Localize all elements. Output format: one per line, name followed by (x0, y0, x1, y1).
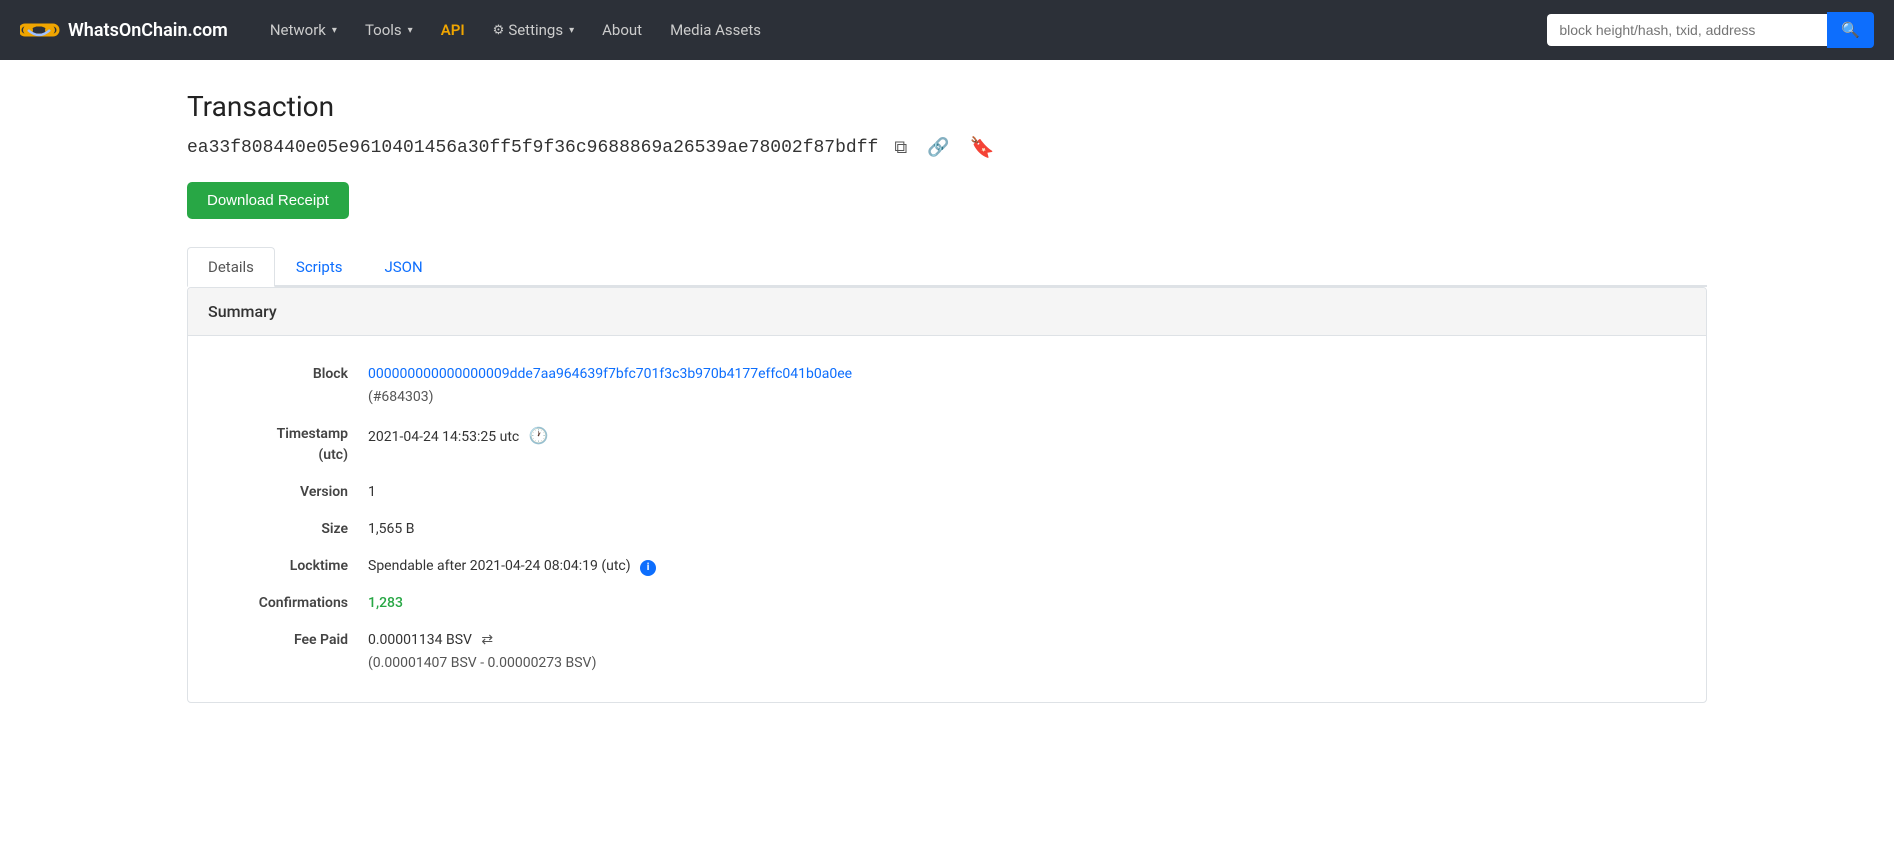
page-title: Transaction (187, 90, 1707, 123)
logo-icon (20, 17, 60, 43)
bookmark-icon: 🔖 (970, 137, 995, 159)
nav-media-assets[interactable]: Media Assets (658, 13, 773, 47)
summary-row-version: Version 1 (188, 474, 1706, 511)
block-number: (#684303) (368, 387, 1686, 408)
info-icon[interactable]: i (640, 560, 656, 576)
main-content: Transaction ea33f808440e05e9610401456a30… (147, 60, 1747, 733)
chevron-down-icon: ▾ (332, 25, 337, 36)
summary-row-size: Size 1,565 B (188, 511, 1706, 548)
nav-menu: Network ▾ Tools ▾ API ⚙ Settings ▾ About… (258, 13, 1537, 47)
label-version: Version (208, 482, 368, 503)
link-button[interactable]: 🔗 (923, 135, 953, 160)
nav-settings[interactable]: ⚙ Settings ▾ (481, 13, 586, 47)
summary-row-fee: Fee Paid 0.00001134 BSV ⇄ (0.00001407 BS… (188, 622, 1706, 682)
copy-button[interactable]: ⧉ (890, 135, 911, 160)
bookmark-button[interactable]: 🔖 (966, 133, 999, 162)
tab-json[interactable]: JSON (363, 247, 443, 287)
label-confirmations: Confirmations (208, 593, 368, 614)
search-icon: 🔍 (1841, 21, 1860, 39)
gear-icon: ⚙ (493, 23, 505, 38)
label-locktime: Locktime (208, 556, 368, 577)
label-size: Size (208, 519, 368, 540)
value-confirmations: 1,283 (368, 593, 1686, 614)
summary-header: Summary (188, 288, 1706, 336)
copy-icon: ⧉ (894, 137, 907, 157)
summary-row-block: Block 000000000000000009dde7aa964639f7bf… (188, 356, 1706, 416)
tab-scripts[interactable]: Scripts (275, 247, 364, 287)
block-hash-link[interactable]: 000000000000000009dde7aa964639f7bfc701f3… (368, 366, 852, 382)
value-fee: 0.00001134 BSV ⇄ (0.00001407 BSV - 0.000… (368, 630, 1686, 674)
value-timestamp: 2021-04-24 14:53:25 utc 🕐 (368, 424, 1686, 448)
brand-logo[interactable]: WhatsOnChain.com (20, 17, 228, 43)
search-input[interactable] (1547, 14, 1827, 46)
value-size: 1,565 B (368, 519, 1686, 540)
label-fee: Fee Paid (208, 630, 368, 651)
value-version: 1 (368, 482, 1686, 503)
nav-tools[interactable]: Tools ▾ (353, 13, 425, 47)
transfer-icon: ⇄ (481, 632, 493, 648)
link-icon: 🔗 (927, 137, 949, 157)
summary-row-locktime: Locktime Spendable after 2021-04-24 08:0… (188, 548, 1706, 585)
value-locktime: Spendable after 2021-04-24 08:04:19 (utc… (368, 556, 1686, 577)
nav-network[interactable]: Network ▾ (258, 13, 349, 47)
clock-icon: 🕐 (529, 426, 549, 445)
chevron-down-icon: ▾ (569, 25, 574, 36)
tab-details[interactable]: Details (187, 247, 275, 287)
tab-bar: Details Scripts JSON (187, 247, 1707, 287)
label-block: Block (208, 364, 368, 385)
navbar: WhatsOnChain.com Network ▾ Tools ▾ API ⚙… (0, 0, 1894, 60)
value-block: 000000000000000009dde7aa964639f7bfc701f3… (368, 364, 1686, 408)
brand-name: WhatsOnChain.com (68, 20, 228, 41)
summary-card: Summary Block 000000000000000009dde7aa96… (187, 287, 1707, 703)
nav-about[interactable]: About (590, 13, 654, 47)
tx-hash-row: ea33f808440e05e9610401456a30ff5f9f36c968… (187, 133, 1707, 162)
nav-api[interactable]: API (429, 13, 477, 47)
summary-body: Block 000000000000000009dde7aa964639f7bf… (188, 336, 1706, 702)
search-box: 🔍 (1547, 12, 1874, 48)
search-button[interactable]: 🔍 (1827, 12, 1874, 48)
summary-row-confirmations: Confirmations 1,283 (188, 585, 1706, 622)
tx-hash: ea33f808440e05e9610401456a30ff5f9f36c968… (187, 138, 878, 158)
download-receipt-button[interactable]: Download Receipt (187, 182, 349, 219)
fee-breakdown: (0.00001407 BSV - 0.00000273 BSV) (368, 653, 1686, 674)
chevron-down-icon: ▾ (408, 25, 413, 36)
label-timestamp: Timestamp(utc) (208, 424, 368, 466)
summary-row-timestamp: Timestamp(utc) 2021-04-24 14:53:25 utc 🕐 (188, 416, 1706, 474)
